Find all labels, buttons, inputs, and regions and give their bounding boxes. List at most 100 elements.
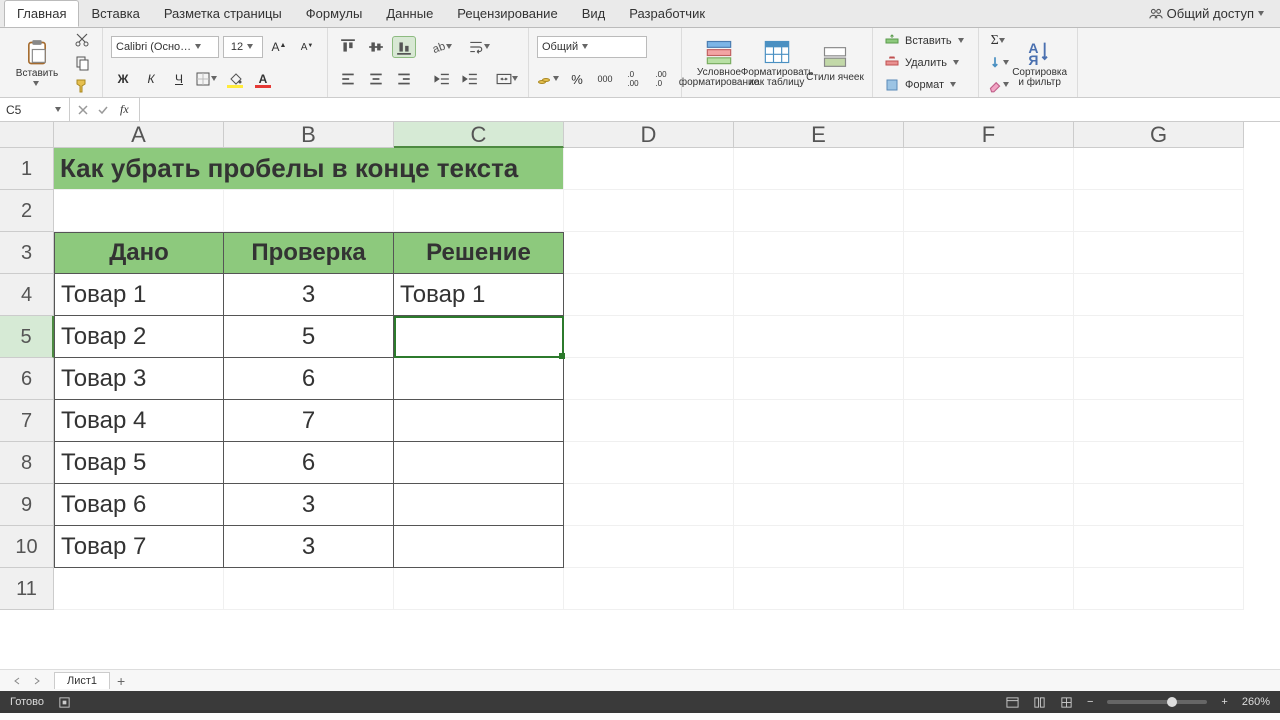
zoom-level[interactable]: 260% bbox=[1242, 696, 1270, 708]
share-button[interactable]: Общий доступ bbox=[1139, 0, 1276, 27]
cell-C4[interactable]: Товар 1 bbox=[394, 274, 564, 316]
paste-button[interactable]: Вставить bbox=[8, 31, 66, 95]
cell-D11[interactable] bbox=[564, 568, 734, 610]
cell-A4[interactable]: Товар 1 bbox=[54, 274, 224, 316]
col-header-F[interactable]: F bbox=[904, 122, 1074, 148]
cell-G11[interactable] bbox=[1074, 568, 1244, 610]
sheet-nav-prev[interactable] bbox=[8, 674, 26, 688]
insert-cells-button[interactable]: Вставить bbox=[881, 31, 970, 51]
tab-view[interactable]: Вид bbox=[570, 0, 618, 27]
cell-C9[interactable] bbox=[394, 484, 564, 526]
cell-G6[interactable] bbox=[1074, 358, 1244, 400]
cell-G4[interactable] bbox=[1074, 274, 1244, 316]
cell-styles-button[interactable]: Стили ячеек bbox=[806, 31, 864, 95]
decrease-font-button[interactable]: A▼ bbox=[295, 36, 319, 58]
cell-F7[interactable] bbox=[904, 400, 1074, 442]
clear-button[interactable] bbox=[987, 75, 1011, 95]
italic-button[interactable]: К bbox=[139, 68, 163, 90]
cell-C10[interactable] bbox=[394, 526, 564, 568]
cut-button[interactable] bbox=[70, 29, 94, 51]
cell-C11[interactable] bbox=[394, 568, 564, 610]
cell-E2[interactable] bbox=[734, 190, 904, 232]
tab-insert[interactable]: Вставка bbox=[79, 0, 151, 27]
cell-A8[interactable]: Товар 5 bbox=[54, 442, 224, 484]
cell-D5[interactable] bbox=[564, 316, 734, 358]
cell-B7[interactable]: 7 bbox=[224, 400, 394, 442]
cell-B3[interactable]: Проверка bbox=[224, 232, 394, 274]
cell-F6[interactable] bbox=[904, 358, 1074, 400]
cell-A1[interactable]: Как убрать пробелы в конце текста bbox=[54, 148, 564, 190]
cell-A2[interactable] bbox=[54, 190, 224, 232]
cancel-icon[interactable] bbox=[76, 103, 90, 117]
cell-D1[interactable] bbox=[564, 148, 734, 190]
zoom-slider[interactable] bbox=[1107, 700, 1207, 704]
decrease-indent-button[interactable] bbox=[430, 68, 454, 90]
fill-color-button[interactable] bbox=[223, 68, 247, 90]
cell-E10[interactable] bbox=[734, 526, 904, 568]
fill-button[interactable] bbox=[987, 53, 1011, 73]
font-family-select[interactable]: Calibri (Осно… bbox=[111, 36, 219, 58]
cell-D8[interactable] bbox=[564, 442, 734, 484]
conditional-format-button[interactable]: Условное форматирование bbox=[690, 31, 748, 95]
col-header-G[interactable]: G bbox=[1074, 122, 1244, 148]
increase-indent-button[interactable] bbox=[458, 68, 482, 90]
cell-C2[interactable] bbox=[394, 190, 564, 232]
cell-E7[interactable] bbox=[734, 400, 904, 442]
page-break-icon[interactable] bbox=[1060, 696, 1073, 709]
cell-E1[interactable] bbox=[734, 148, 904, 190]
cell-F11[interactable] bbox=[904, 568, 1074, 610]
cell-F8[interactable] bbox=[904, 442, 1074, 484]
tab-home[interactable]: Главная bbox=[4, 0, 79, 27]
orientation-button[interactable]: ab bbox=[430, 36, 454, 58]
cell-A10[interactable]: Товар 7 bbox=[54, 526, 224, 568]
cell-A3[interactable]: Дано bbox=[54, 232, 224, 274]
cell-F2[interactable] bbox=[904, 190, 1074, 232]
cell-B4[interactable]: 3 bbox=[224, 274, 394, 316]
cell-A9[interactable]: Товар 6 bbox=[54, 484, 224, 526]
align-middle-button[interactable] bbox=[364, 36, 388, 58]
fx-icon[interactable]: fx bbox=[116, 102, 133, 117]
autosum-button[interactable]: Σ bbox=[987, 31, 1011, 51]
tab-page-layout[interactable]: Разметка страницы bbox=[152, 0, 294, 27]
cell-E11[interactable] bbox=[734, 568, 904, 610]
cell-G8[interactable] bbox=[1074, 442, 1244, 484]
normal-view-icon[interactable] bbox=[1006, 696, 1019, 709]
cell-E4[interactable] bbox=[734, 274, 904, 316]
cell-B9[interactable]: 3 bbox=[224, 484, 394, 526]
cell-C3[interactable]: Решение bbox=[394, 232, 564, 274]
col-header-C[interactable]: C bbox=[394, 122, 564, 148]
tab-developer[interactable]: Разработчик bbox=[617, 0, 717, 27]
currency-button[interactable] bbox=[537, 68, 561, 90]
sheet-tab-1[interactable]: Лист1 bbox=[54, 672, 110, 689]
format-cells-button[interactable]: Формат bbox=[881, 75, 970, 95]
cell-G2[interactable] bbox=[1074, 190, 1244, 232]
align-top-button[interactable] bbox=[336, 36, 360, 58]
cell-E5[interactable] bbox=[734, 316, 904, 358]
check-icon[interactable] bbox=[96, 103, 110, 117]
merge-button[interactable] bbox=[496, 68, 520, 90]
formula-input[interactable] bbox=[140, 98, 1280, 121]
decrease-decimal-button[interactable]: .00.0 bbox=[649, 68, 673, 90]
cell-B8[interactable]: 6 bbox=[224, 442, 394, 484]
name-box[interactable]: C5 bbox=[0, 98, 70, 121]
cell-G7[interactable] bbox=[1074, 400, 1244, 442]
wrap-text-button[interactable] bbox=[468, 36, 492, 58]
row-header-5[interactable]: 5 bbox=[0, 316, 54, 358]
cell-B10[interactable]: 3 bbox=[224, 526, 394, 568]
increase-font-button[interactable]: A▲ bbox=[267, 36, 291, 58]
cell-F9[interactable] bbox=[904, 484, 1074, 526]
cell-D2[interactable] bbox=[564, 190, 734, 232]
align-right-button[interactable] bbox=[392, 68, 416, 90]
row-header-9[interactable]: 9 bbox=[0, 484, 54, 526]
tab-review[interactable]: Рецензирование bbox=[445, 0, 569, 27]
cell-B2[interactable] bbox=[224, 190, 394, 232]
sheet-nav-next[interactable] bbox=[28, 674, 46, 688]
tab-data[interactable]: Данные bbox=[374, 0, 445, 27]
bold-button[interactable]: Ж bbox=[111, 68, 135, 90]
add-sheet-button[interactable]: + bbox=[110, 673, 132, 689]
cell-D4[interactable] bbox=[564, 274, 734, 316]
cell-F3[interactable] bbox=[904, 232, 1074, 274]
borders-button[interactable] bbox=[195, 68, 219, 90]
comma-style-button[interactable]: 000 bbox=[593, 68, 617, 90]
row-header-4[interactable]: 4 bbox=[0, 274, 54, 316]
